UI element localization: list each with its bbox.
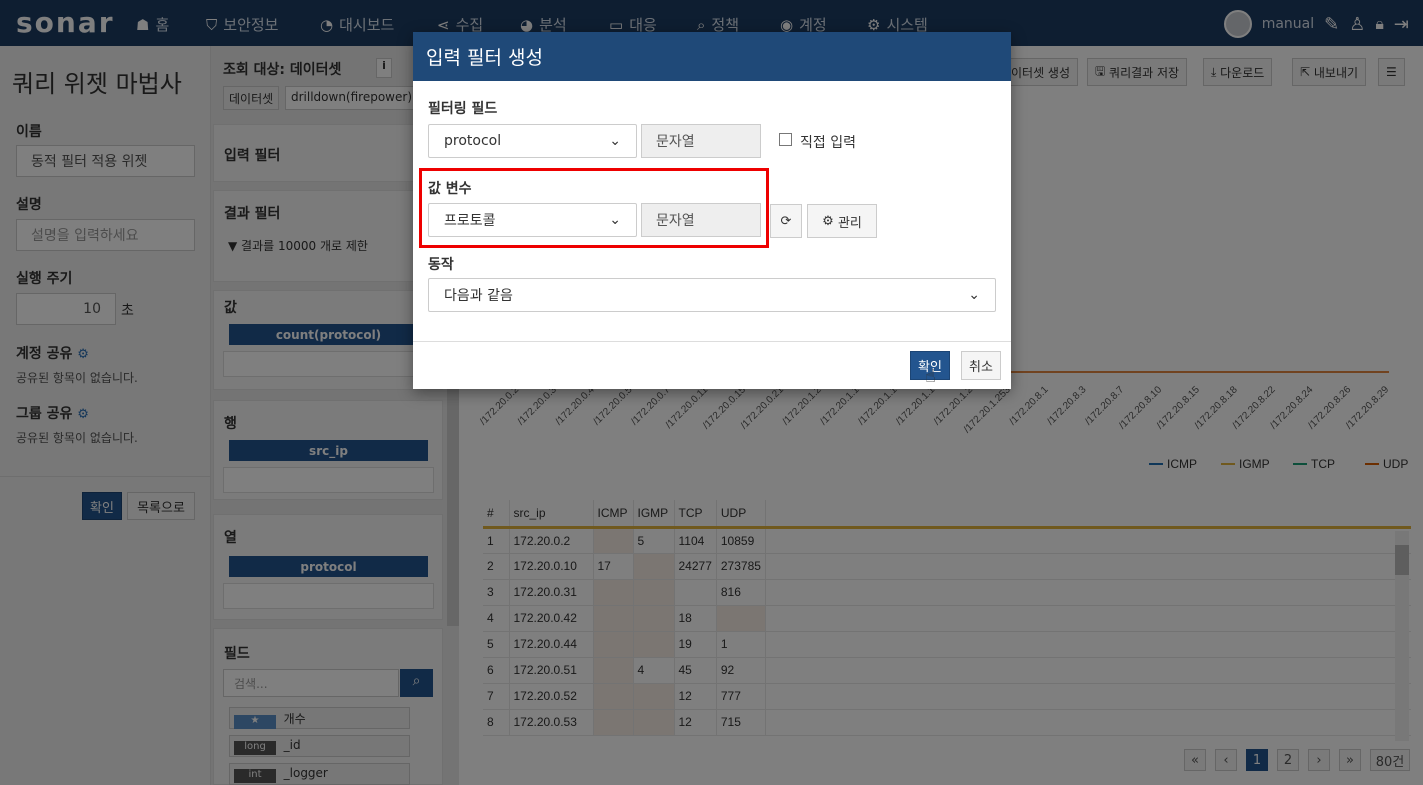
modal-title: 입력 필터 생성 xyxy=(413,32,1011,81)
chevron-down-icon: ⌄ xyxy=(968,287,980,303)
direct-input-checkbox[interactable] xyxy=(779,133,792,146)
filter-field-select[interactable]: protocol ⌄ xyxy=(428,124,637,158)
modal-footer-divider xyxy=(413,341,1011,342)
pointer-cursor: ☝ xyxy=(925,366,936,387)
value-variable-highlight xyxy=(419,168,769,248)
modal-cancel-button[interactable]: 취소 xyxy=(961,351,1001,380)
filter-field-label: 필터링 필드 xyxy=(428,101,498,117)
gear-icon: ⚙ xyxy=(822,213,838,229)
filter-field-type: 문자열 xyxy=(641,124,761,158)
refresh-icon[interactable]: ⟳ xyxy=(770,204,802,238)
manage-button[interactable]: ⚙ 관리 xyxy=(807,204,877,238)
action-label: 동작 xyxy=(428,257,454,273)
action-select[interactable]: 다음과 같음 ⌄ xyxy=(428,278,996,312)
chevron-down-icon: ⌄ xyxy=(609,133,621,149)
direct-input-label[interactable]: 직접 입력 xyxy=(800,132,856,152)
